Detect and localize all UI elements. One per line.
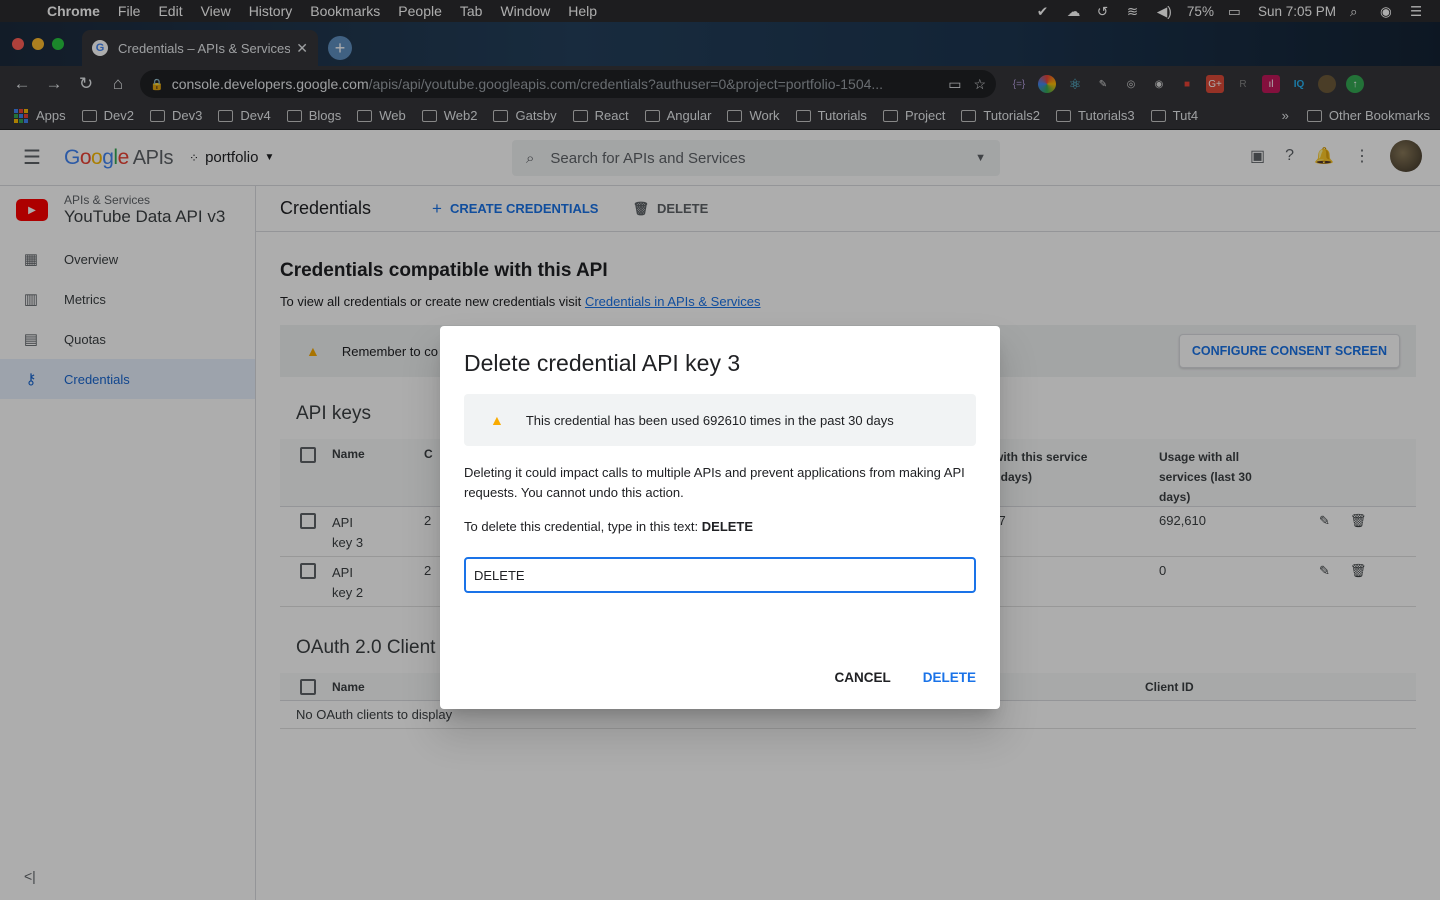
warning-icon: ▲ (490, 412, 504, 428)
delete-credential-dialog: Delete credential API key 3 ▲ This crede… (440, 326, 1000, 709)
confirm-delete-button[interactable]: DELETE (923, 670, 976, 685)
confirm-prefix: To delete this credential, type in this … (464, 519, 699, 534)
dialog-body: Deleting it could impact calls to multip… (464, 465, 965, 500)
cancel-button[interactable]: CANCEL (834, 670, 890, 685)
warning-text: This credential has been used 692610 tim… (525, 412, 894, 428)
dialog-actions: CANCEL DELETE (834, 670, 976, 685)
usage-warning: ▲ This credential has been used 692610 t… (464, 394, 976, 446)
confirm-instruction: To delete this credential, type in this … (464, 519, 976, 534)
dialog-title: Delete credential API key 3 (464, 350, 741, 376)
confirm-delete-input[interactable] (464, 557, 976, 593)
confirm-word: DELETE (701, 519, 754, 534)
